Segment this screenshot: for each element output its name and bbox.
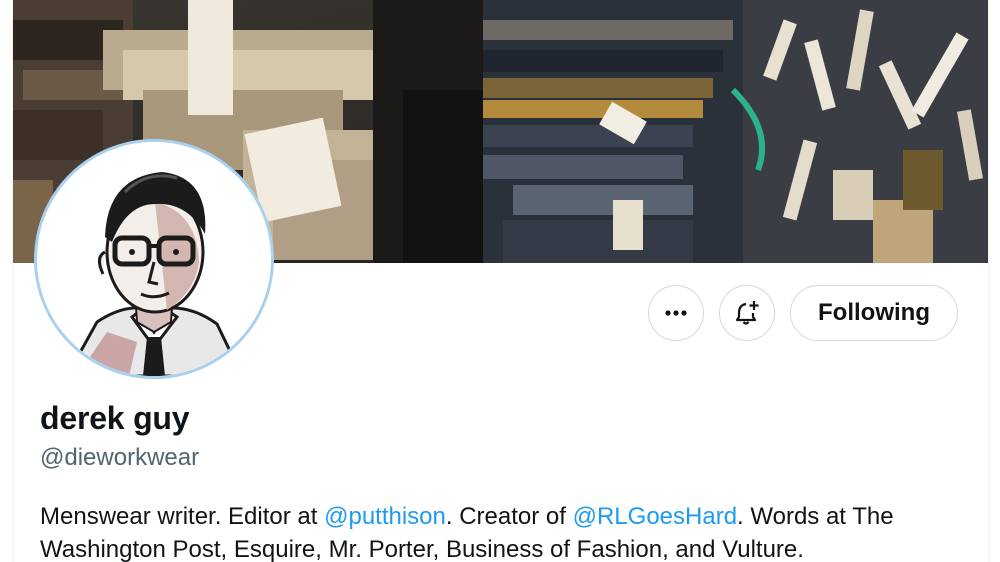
following-button[interactable]: Following — [790, 285, 958, 341]
profile-page: Following derek guy @dieworkwear Menswea… — [12, 0, 989, 562]
mention-link-rlgoeshard[interactable]: @RLGoesHard — [573, 503, 737, 530]
bio-text: Menswear writer. Editor at — [40, 503, 325, 530]
user-handle: @dieworkwear — [40, 444, 200, 471]
bell-plus-icon — [735, 301, 759, 325]
profile-bio: Menswear writer. Editor at @putthison. C… — [40, 500, 970, 562]
display-name: derek guy — [40, 400, 190, 436]
following-label: Following — [818, 299, 930, 326]
mention-link-putthison[interactable]: @putthison — [324, 503, 446, 530]
more-options-button[interactable] — [648, 285, 704, 341]
more-horizontal-icon — [665, 310, 687, 316]
notify-button[interactable] — [719, 285, 775, 341]
portrait-illustration — [37, 142, 271, 376]
profile-avatar[interactable] — [37, 142, 271, 376]
bio-text: . Creator of — [445, 503, 573, 530]
